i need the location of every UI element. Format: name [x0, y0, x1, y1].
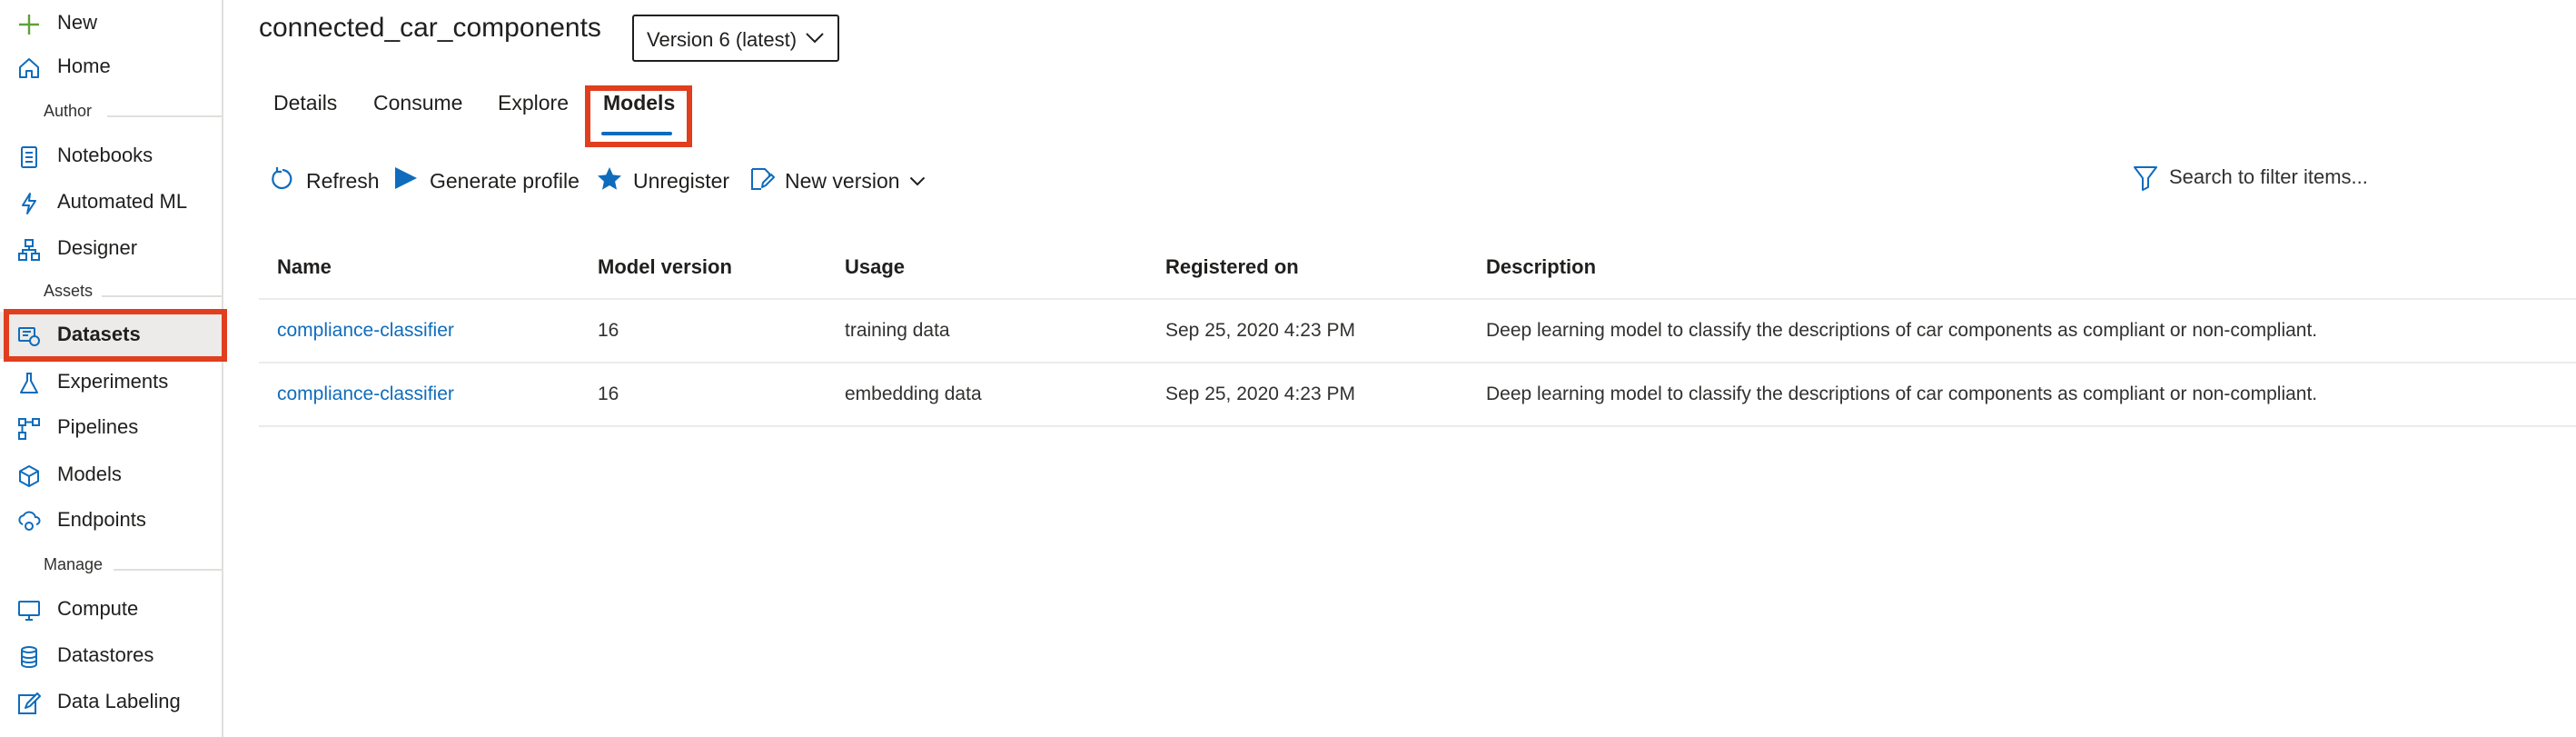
left-nav-sidebar: New Home Author Notebooks Automated ML D… — [0, 0, 223, 737]
new-version-label: New version — [785, 169, 900, 193]
column-header-usage[interactable]: Usage — [845, 255, 905, 279]
tab-explore[interactable]: Explore — [498, 91, 569, 115]
monitor-icon — [18, 601, 40, 621]
column-header-model-version[interactable]: Model version — [598, 255, 732, 279]
sidebar-item-label: New — [57, 11, 98, 34]
version-dropdown[interactable]: Version 6 (latest) — [632, 15, 839, 62]
generate-profile-label: Generate profile — [430, 169, 580, 193]
section-label-author: Author — [0, 102, 223, 127]
plus-icon — [19, 15, 39, 35]
registered-on-cell: Sep 25, 2020 4:23 PM — [1165, 383, 1355, 404]
notebook-icon — [21, 146, 37, 168]
sidebar-item-pipelines[interactable]: Pipelines — [0, 404, 223, 452]
edit-document-icon — [751, 168, 775, 190]
refresh-icon — [272, 167, 292, 190]
play-icon — [395, 167, 417, 189]
sidebar-item-endpoints[interactable]: Endpoints — [0, 497, 223, 544]
sidebar-item-label: Notebooks — [57, 144, 154, 166]
section-label-manage: Manage — [0, 555, 223, 581]
flask-icon — [20, 373, 38, 393]
registered-on-cell: Sep 25, 2020 4:23 PM — [1165, 320, 1355, 341]
row-divider — [259, 298, 2576, 300]
section-label-text: Author — [44, 102, 93, 120]
model-version-cell: 16 — [598, 383, 619, 404]
column-header-description[interactable]: Description — [1486, 255, 1596, 279]
section-label-text: Manage — [44, 555, 104, 573]
sidebar-item-label: Automated ML — [57, 190, 188, 213]
designer-icon — [18, 239, 40, 261]
tab-consume[interactable]: Consume — [373, 91, 462, 115]
star-icon — [598, 167, 621, 190]
sidebar-item-label: Home — [57, 55, 111, 77]
model-name-link[interactable]: compliance-classifier — [277, 383, 454, 405]
sidebar-item-experiments[interactable]: Experiments — [0, 359, 223, 406]
filter-search-box[interactable]: Search to filter items... — [2133, 164, 2405, 196]
sidebar-item-label: Datastores — [57, 643, 154, 666]
chevron-down-icon — [909, 176, 926, 186]
usage-cell: training data — [845, 320, 950, 341]
cube-icon — [19, 465, 39, 487]
sidebar-item-label: Designer — [57, 236, 138, 259]
sidebar-item-compute[interactable]: Compute — [0, 586, 223, 633]
column-header-registered-on[interactable]: Registered on — [1165, 255, 1299, 279]
generate-profile-button[interactable]: Generate profile — [392, 165, 580, 198]
refresh-label: Refresh — [306, 169, 380, 193]
sidebar-item-label: Compute — [57, 597, 139, 620]
pipeline-icon — [18, 418, 40, 440]
edit-label-icon — [18, 692, 41, 714]
row-divider — [259, 425, 2576, 427]
sidebar-item-designer[interactable]: Designer — [0, 225, 223, 273]
sidebar-item-label: Pipelines — [57, 415, 139, 438]
sidebar-item-label: Data Labeling — [57, 690, 181, 712]
sidebar-item-new[interactable]: New — [0, 0, 223, 47]
description-cell: Deep learning model to classify the desc… — [1486, 320, 2318, 341]
sidebar-item-models[interactable]: Models — [0, 452, 223, 499]
endpoint-icon — [18, 511, 41, 531]
new-version-button[interactable]: New version — [748, 165, 926, 198]
sidebar-item-home[interactable]: Home — [0, 44, 223, 91]
sidebar-item-datastores[interactable]: Datastores — [0, 632, 223, 680]
unregister-button[interactable]: Unregister — [596, 165, 730, 198]
description-cell: Deep learning model to classify the desc… — [1486, 383, 2318, 404]
sidebar-item-label: Endpoints — [57, 508, 146, 531]
database-icon — [21, 646, 37, 669]
lightning-icon — [22, 193, 36, 214]
sidebar-item-notebooks[interactable]: Notebooks — [0, 133, 223, 180]
tab-details[interactable]: Details — [273, 91, 337, 115]
section-label-assets: Assets — [0, 282, 223, 307]
section-divider — [102, 295, 222, 297]
version-dropdown-value: Version 6 (latest) — [647, 28, 798, 51]
sidebar-item-data-labeling[interactable]: Data Labeling — [0, 679, 223, 726]
home-icon — [19, 58, 39, 78]
model-version-cell: 16 — [598, 320, 619, 341]
section-label-text: Assets — [44, 282, 94, 300]
sidebar-item-label: Models — [57, 463, 122, 485]
search-placeholder: Search to filter items... — [2169, 165, 2368, 188]
row-divider — [259, 362, 2576, 364]
models-tab-highlight-box — [585, 85, 692, 147]
refresh-button[interactable]: Refresh — [269, 165, 380, 198]
model-name-link[interactable]: compliance-classifier — [277, 320, 454, 342]
section-divider — [107, 115, 222, 117]
unregister-label: Unregister — [633, 169, 730, 193]
page-title: connected_car_components — [259, 13, 601, 43]
section-divider — [114, 569, 222, 571]
filter-icon — [2134, 166, 2157, 191]
datasets-highlight-box — [4, 309, 227, 362]
column-header-name[interactable]: Name — [277, 255, 332, 279]
chevron-down-icon — [806, 33, 824, 44]
usage-cell: embedding data — [845, 383, 982, 404]
sidebar-item-automated-ml[interactable]: Automated ML — [0, 179, 223, 226]
sidebar-item-label: Experiments — [57, 370, 169, 393]
